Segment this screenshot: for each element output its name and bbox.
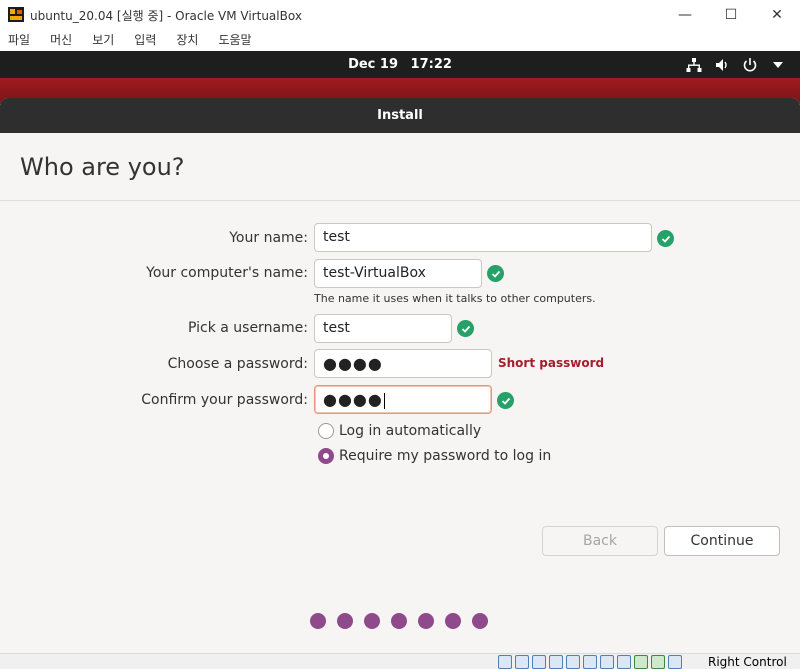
close-button[interactable]: ✕ bbox=[754, 0, 800, 29]
panel-time: 17:22 bbox=[410, 57, 452, 72]
name-label: Your name: bbox=[229, 230, 308, 246]
mouse-integration-icon[interactable] bbox=[651, 655, 665, 669]
progress-dot bbox=[337, 613, 353, 629]
menu-view[interactable]: 보기 bbox=[92, 29, 114, 51]
keyboard-capture-icon[interactable] bbox=[668, 655, 682, 669]
usb-icon[interactable] bbox=[566, 655, 580, 669]
computer-name-input[interactable]: test-VirtualBox bbox=[314, 259, 482, 288]
gnome-top-panel: Dec 19 17:22 bbox=[0, 51, 800, 78]
back-button[interactable]: Back bbox=[542, 526, 658, 556]
dropdown-arrow-icon[interactable] bbox=[770, 57, 786, 73]
computer-name-label: Your computer's name: bbox=[146, 265, 308, 281]
display-icon[interactable] bbox=[600, 655, 614, 669]
panel-status-area[interactable] bbox=[686, 51, 786, 78]
installer-header-title: Install bbox=[0, 98, 800, 133]
require-password-radio[interactable] bbox=[318, 448, 334, 464]
menu-file[interactable]: 파일 bbox=[8, 29, 30, 51]
login-automatically-option[interactable]: Log in automatically bbox=[318, 423, 481, 439]
username-valid-check-icon bbox=[457, 320, 474, 337]
name-input[interactable]: test bbox=[314, 223, 652, 252]
require-password-label: Require my password to log in bbox=[339, 448, 552, 464]
cpu-icon[interactable] bbox=[634, 655, 648, 669]
title-divider bbox=[0, 200, 800, 201]
menu-machine[interactable]: 머신 bbox=[50, 29, 72, 51]
device-status-icons bbox=[498, 655, 682, 669]
menu-input[interactable]: 입력 bbox=[134, 29, 156, 51]
shared-folder-icon[interactable] bbox=[583, 655, 597, 669]
login-automatically-radio[interactable] bbox=[318, 423, 334, 439]
confirm-password-masked-value: ●●●● bbox=[323, 390, 383, 409]
audio-icon[interactable] bbox=[532, 655, 546, 669]
progress-dot bbox=[418, 613, 434, 629]
virtualbox-app-icon bbox=[8, 7, 24, 22]
volume-icon[interactable] bbox=[714, 57, 730, 73]
name-valid-check-icon bbox=[657, 230, 674, 247]
name-value: test bbox=[323, 229, 350, 245]
progress-dot bbox=[445, 613, 461, 629]
confirm-password-valid-check-icon bbox=[497, 392, 514, 409]
username-input[interactable]: test bbox=[314, 314, 452, 343]
computer-name-value: test-VirtualBox bbox=[323, 265, 426, 281]
password-strength-warning: Short password bbox=[498, 356, 605, 370]
require-password-option[interactable]: Require my password to log in bbox=[318, 448, 551, 464]
host-window-title: ubuntu_20.04 [실행 중] - Oracle VM VirtualB… bbox=[30, 9, 302, 23]
host-titlebar: ubuntu_20.04 [실행 중] - Oracle VM VirtualB… bbox=[0, 0, 800, 29]
computer-name-hint: The name it uses when it talks to other … bbox=[314, 292, 596, 305]
username-value: test bbox=[323, 320, 350, 336]
password-label: Choose a password: bbox=[167, 356, 308, 372]
maximize-button[interactable]: ☐ bbox=[708, 0, 754, 29]
panel-clock[interactable]: Dec 19 17:22 bbox=[0, 51, 800, 78]
text-caret bbox=[383, 393, 385, 409]
host-menubar: 파일 머신 보기 입력 장치 도움말 bbox=[0, 29, 800, 51]
progress-dot bbox=[391, 613, 407, 629]
username-label: Pick a username: bbox=[187, 320, 308, 336]
network-adapter-icon[interactable] bbox=[549, 655, 563, 669]
progress-dot bbox=[310, 613, 326, 629]
confirm-password-input[interactable]: ●●●● bbox=[314, 385, 492, 414]
network-icon[interactable] bbox=[686, 57, 702, 73]
computer-name-valid-check-icon bbox=[487, 265, 504, 282]
password-input[interactable]: ●●●● bbox=[314, 349, 492, 378]
login-automatically-label: Log in automatically bbox=[339, 423, 482, 439]
progress-dot bbox=[364, 613, 380, 629]
hard-disk-icon[interactable] bbox=[498, 655, 512, 669]
continue-button[interactable]: Continue bbox=[664, 526, 780, 556]
confirm-password-label: Confirm your password: bbox=[141, 392, 308, 408]
recording-icon[interactable] bbox=[617, 655, 631, 669]
install-progress-indicator bbox=[310, 613, 488, 629]
password-masked-value: ●●●● bbox=[323, 354, 383, 373]
page-title: Who are you? bbox=[20, 153, 185, 181]
menu-help[interactable]: 도움말 bbox=[218, 29, 251, 51]
power-icon[interactable] bbox=[742, 57, 758, 73]
minimize-button[interactable]: — bbox=[662, 0, 708, 29]
optical-drive-icon[interactable] bbox=[515, 655, 529, 669]
menu-devices[interactable]: 장치 bbox=[176, 29, 198, 51]
progress-dot bbox=[472, 613, 488, 629]
panel-date: Dec 19 bbox=[348, 57, 398, 72]
host-key-label: Right Control bbox=[708, 655, 787, 669]
host-statusbar: Right Control bbox=[0, 653, 800, 669]
installer-window: Install Who are you? Your name: test You… bbox=[0, 98, 800, 653]
